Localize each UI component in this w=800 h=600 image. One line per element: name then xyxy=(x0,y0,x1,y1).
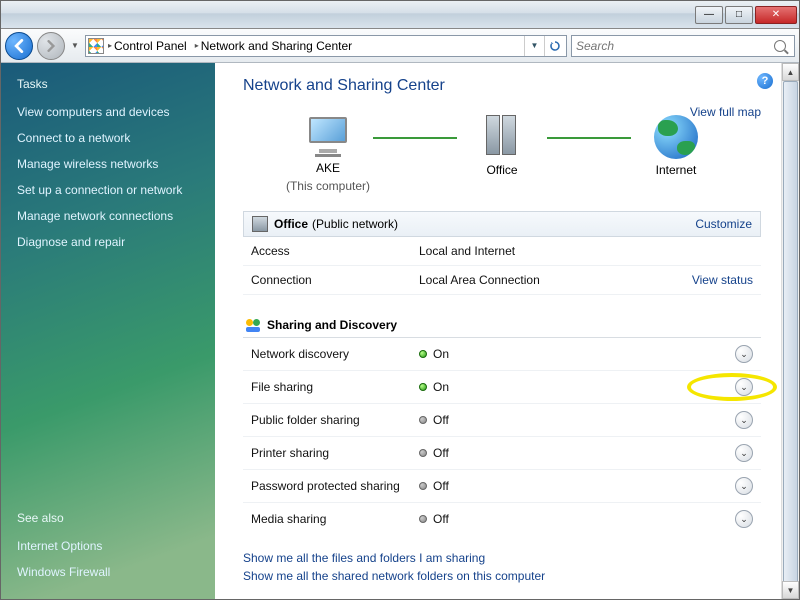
maximize-button[interactable]: □ xyxy=(725,6,753,24)
row-key: Network discovery xyxy=(251,347,419,361)
main-content: ? View full map Network and Sharing Cent… xyxy=(215,63,799,599)
row-value: On xyxy=(433,380,449,394)
status-off-icon xyxy=(419,515,427,523)
address-bar[interactable]: ▸ Control Panel ▸ Network and Sharing Ce… xyxy=(85,35,567,57)
vertical-scrollbar[interactable]: ▲ ▼ xyxy=(781,63,799,599)
breadcrumb-network-sharing[interactable]: ▸ Network and Sharing Center xyxy=(191,36,356,56)
window-titlebar: — □ ✕ xyxy=(1,1,799,29)
sharing-row-public-folder: Public folder sharing Off ⌄ xyxy=(243,404,761,437)
server-icon xyxy=(482,115,522,159)
row-key: Media sharing xyxy=(251,512,419,526)
expand-button[interactable]: ⌄ xyxy=(735,378,753,396)
scroll-thumb[interactable] xyxy=(783,81,798,599)
sidebar-item-manage-connections[interactable]: Manage network connections xyxy=(17,209,205,223)
breadcrumb-control-panel[interactable]: ▸ Control Panel xyxy=(104,36,191,56)
view-status-link[interactable]: View status xyxy=(692,273,753,287)
control-panel-window: — □ ✕ ▼ ▸ Control Panel ▸ Network and Sh… xyxy=(0,0,800,600)
node-sublabel: (This computer) xyxy=(286,179,370,193)
show-shared-files-link[interactable]: Show me all the files and folders I am s… xyxy=(243,551,761,565)
nav-back-button[interactable] xyxy=(5,32,33,60)
sharing-row-media-sharing: Media sharing Off ⌄ xyxy=(243,503,761,535)
row-value: Local Area Connection xyxy=(419,273,692,287)
sharing-row-file-sharing: File sharing On ⌄ xyxy=(243,371,761,404)
sharing-row-printer-sharing: Printer sharing Off ⌄ xyxy=(243,437,761,470)
sidebar-item-view-computers[interactable]: View computers and devices xyxy=(17,105,205,119)
network-node-office[interactable]: Office xyxy=(447,115,557,195)
status-on-icon xyxy=(419,350,427,358)
search-box[interactable] xyxy=(571,35,795,57)
scroll-up-button[interactable]: ▲ xyxy=(782,63,799,81)
show-shared-folders-link[interactable]: Show me all the shared network folders o… xyxy=(243,569,761,583)
expand-button[interactable]: ⌄ xyxy=(735,510,753,528)
page-title: Network and Sharing Center xyxy=(243,77,761,95)
row-key: Access xyxy=(251,244,419,258)
row-key: Printer sharing xyxy=(251,446,419,460)
network-link-line xyxy=(547,137,631,139)
row-value: Off xyxy=(433,512,449,526)
node-label: AKE xyxy=(316,161,340,175)
expand-button[interactable]: ⌄ xyxy=(735,444,753,462)
sidebar-item-internet-options[interactable]: Internet Options xyxy=(17,539,205,553)
expand-button[interactable]: ⌄ xyxy=(735,411,753,429)
network-section-header: Office (Public network) Customize xyxy=(243,211,761,237)
row-key: Connection xyxy=(251,273,419,287)
customize-link[interactable]: Customize xyxy=(695,217,752,231)
close-button[interactable]: ✕ xyxy=(755,6,797,24)
network-node-this-computer[interactable]: AKE (This computer) xyxy=(273,117,383,193)
status-on-icon xyxy=(419,383,427,391)
node-label: Office xyxy=(486,163,517,177)
row-value: Off xyxy=(433,479,449,493)
row-value: Off xyxy=(433,413,449,427)
sharing-row-network-discovery: Network discovery On ⌄ xyxy=(243,338,761,371)
sharing-row-password-protected: Password protected sharing Off ⌄ xyxy=(243,470,761,503)
sharing-section-header: Sharing and Discovery xyxy=(243,313,761,338)
network-link-line xyxy=(373,137,457,139)
office-network-icon xyxy=(252,216,268,232)
sidebar-item-windows-firewall[interactable]: Windows Firewall xyxy=(17,565,205,579)
network-node-internet[interactable]: Internet xyxy=(621,115,731,195)
sidebar-item-setup-connection[interactable]: Set up a connection or network xyxy=(17,183,205,197)
row-value: On xyxy=(433,347,449,361)
breadcrumb-label: Control Panel xyxy=(114,39,187,53)
sharing-title: Sharing and Discovery xyxy=(267,318,397,332)
network-name-label: Office xyxy=(274,217,308,231)
tasks-sidebar: Tasks View computers and devices Connect… xyxy=(1,63,215,599)
row-key: Password protected sharing xyxy=(251,479,419,493)
status-off-icon xyxy=(419,416,427,424)
globe-icon xyxy=(654,115,698,159)
search-icon xyxy=(774,40,786,52)
network-map: AKE (This computer) Office Int xyxy=(273,115,731,195)
status-off-icon xyxy=(419,482,427,490)
row-key: Public folder sharing xyxy=(251,413,419,427)
sharing-icon xyxy=(245,317,261,333)
nav-forward-button[interactable] xyxy=(37,32,65,60)
expand-button[interactable]: ⌄ xyxy=(735,345,753,363)
sidebar-item-manage-wireless[interactable]: Manage wireless networks xyxy=(17,157,205,171)
sidebar-item-diagnose-repair[interactable]: Diagnose and repair xyxy=(17,235,205,249)
expand-button[interactable]: ⌄ xyxy=(735,477,753,495)
sidebar-heading-seealso: See also xyxy=(17,511,205,525)
network-access-row: Access Local and Internet xyxy=(243,237,761,266)
nav-toolbar: ▼ ▸ Control Panel ▸ Network and Sharing … xyxy=(1,29,799,63)
address-dropdown-button[interactable]: ▼ xyxy=(524,36,544,56)
breadcrumb-label: Network and Sharing Center xyxy=(201,39,352,53)
minimize-button[interactable]: — xyxy=(695,6,723,24)
scroll-down-button[interactable]: ▼ xyxy=(782,581,799,599)
network-connection-row: Connection Local Area Connection View st… xyxy=(243,266,761,295)
status-off-icon xyxy=(419,449,427,457)
address-refresh-button[interactable] xyxy=(544,36,564,56)
nav-history-dropdown[interactable]: ▼ xyxy=(69,33,81,59)
search-input[interactable] xyxy=(576,39,774,53)
network-type-label: (Public network) xyxy=(312,217,398,231)
computer-icon xyxy=(304,117,352,157)
node-label: Internet xyxy=(656,163,697,177)
row-key: File sharing xyxy=(251,380,419,394)
sidebar-heading-tasks: Tasks xyxy=(17,77,205,91)
row-value: Local and Internet xyxy=(419,244,753,258)
sidebar-item-connect-network[interactable]: Connect to a network xyxy=(17,131,205,145)
row-value: Off xyxy=(433,446,449,460)
control-panel-icon xyxy=(88,38,104,54)
